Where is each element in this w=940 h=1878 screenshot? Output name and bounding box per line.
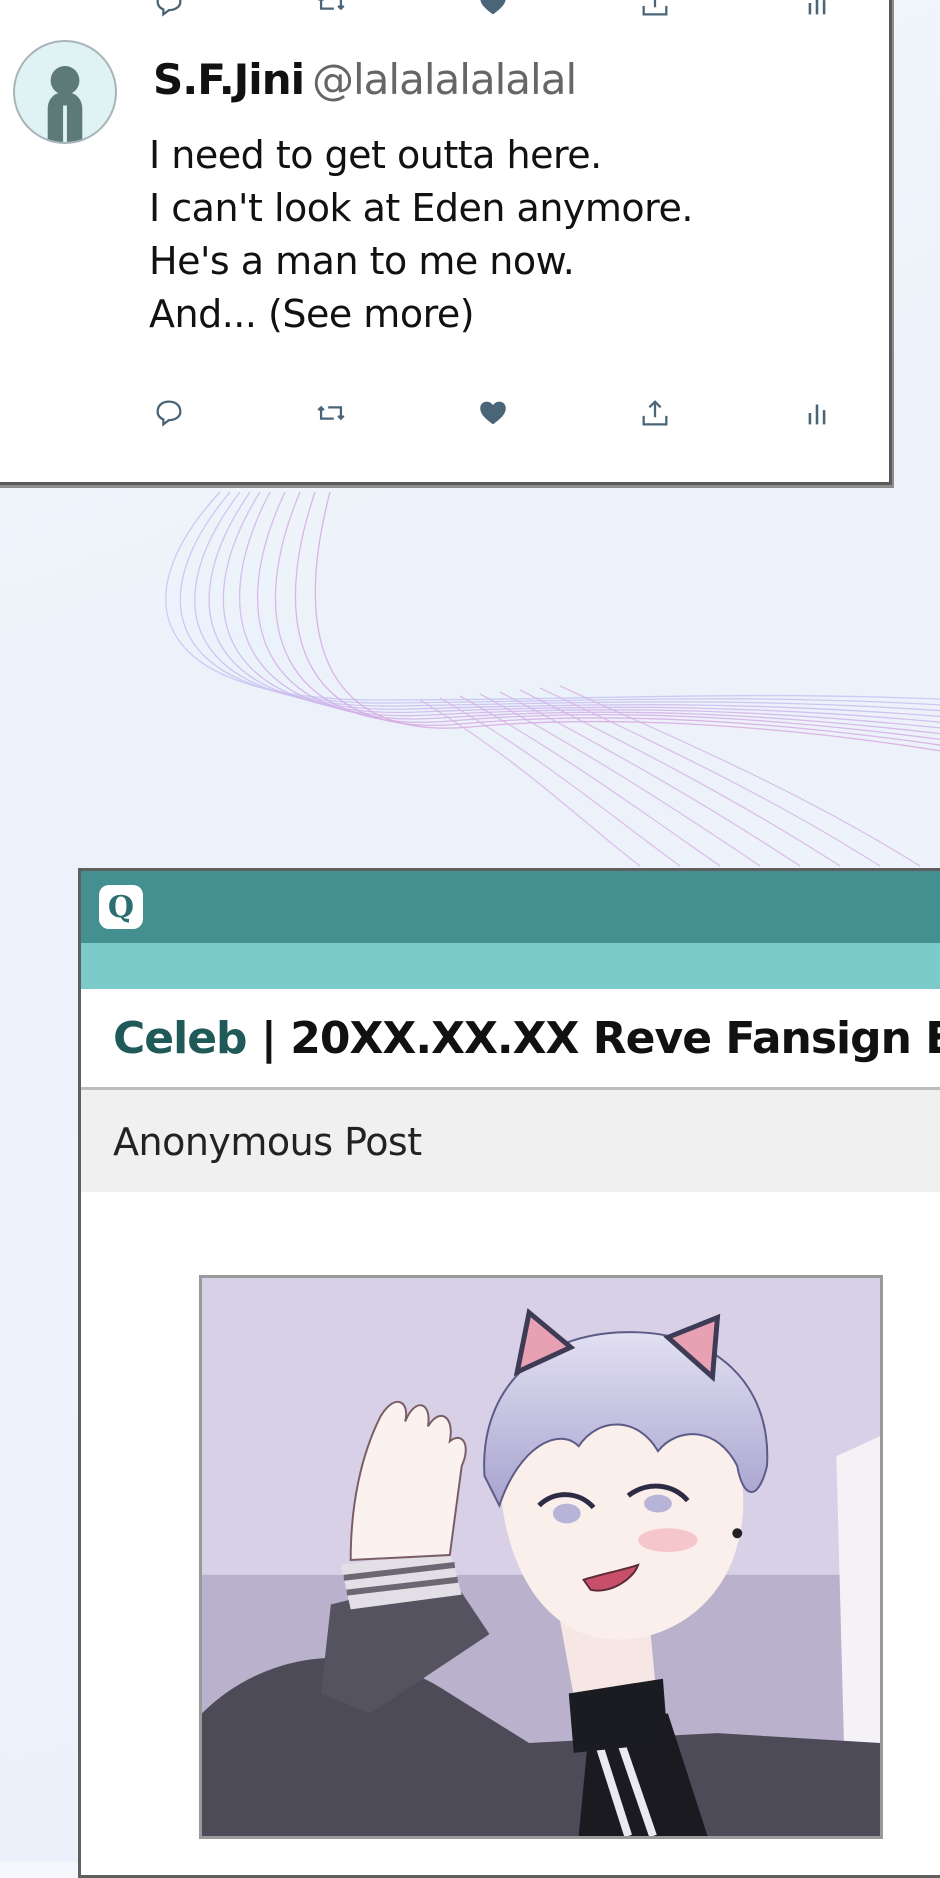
reply-icon[interactable] <box>149 0 189 23</box>
illustration-character <box>202 1278 880 1836</box>
forum-logo[interactable]: Q <box>99 885 143 929</box>
tweet-card: S.F.Jini @lalalalalalal I need to get out… <box>0 0 892 485</box>
reply-icon[interactable] <box>149 393 189 433</box>
tweet-text: I need to get outta here. I can't look a… <box>149 129 693 341</box>
retweet-icon[interactable] <box>311 393 351 433</box>
tweet-line: He's a man to me now. <box>149 239 575 283</box>
tweet-line-see-more[interactable]: And... (See more) <box>149 288 693 341</box>
like-icon[interactable] <box>473 393 513 433</box>
like-icon[interactable] <box>473 0 513 23</box>
author-name[interactable]: S.F.Jini <box>153 55 305 104</box>
user-silhouette-icon <box>47 66 83 142</box>
tweet-line: I need to get outta here. <box>149 133 602 177</box>
forum-post-card: Q Celeb | 20XX.XX.XX Reve Fansign Event … <box>78 868 940 1878</box>
analytics-icon[interactable] <box>797 0 837 23</box>
author-handle[interactable]: @lalalalalalal <box>312 55 577 104</box>
post-title-text: 20XX.XX.XX Reve Fansign Event <box>290 1013 940 1064</box>
forum-subheader-bar <box>81 943 940 989</box>
avatar[interactable] <box>13 40 117 144</box>
post-meta-bar: Anonymous Post <box>81 1090 940 1192</box>
post-title[interactable]: Celeb | 20XX.XX.XX Reve Fansign Event <box>113 1013 940 1064</box>
tweet-author[interactable]: S.F.Jini @lalalalalalal <box>153 55 577 104</box>
post-author: Anonymous Post <box>113 1120 422 1164</box>
share-icon[interactable] <box>635 0 675 23</box>
share-icon[interactable] <box>635 393 675 433</box>
post-category[interactable]: Celeb <box>113 1013 248 1064</box>
post-image[interactable] <box>199 1275 883 1839</box>
analytics-icon[interactable] <box>797 393 837 433</box>
tweet-actions <box>0 393 889 437</box>
retweet-icon[interactable] <box>311 0 351 23</box>
forum-header-bar: Q <box>81 871 940 943</box>
title-separator: | <box>246 1013 291 1064</box>
previous-tweet-actions <box>0 0 889 27</box>
tweet-line: I can't look at Eden anymore. <box>149 186 693 230</box>
